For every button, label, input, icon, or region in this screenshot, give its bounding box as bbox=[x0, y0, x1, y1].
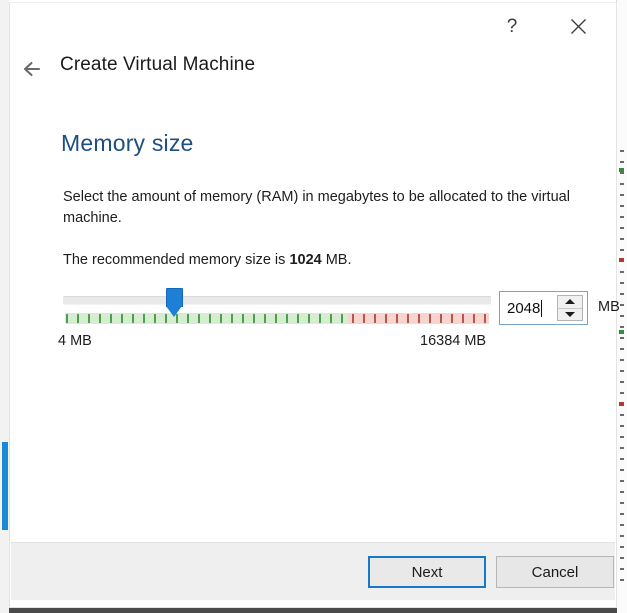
background-window-left-edge bbox=[0, 0, 9, 613]
slider-tick bbox=[319, 314, 321, 323]
slider-tick bbox=[297, 314, 299, 323]
slider-tick bbox=[330, 314, 332, 323]
slider-tick bbox=[154, 314, 156, 323]
background-tick-marker bbox=[619, 402, 624, 406]
memory-size-spinbox[interactable]: 2048 bbox=[499, 291, 588, 325]
page-title: Memory size bbox=[61, 130, 194, 156]
spinner-buttons bbox=[557, 295, 583, 321]
slider-handle-body bbox=[166, 288, 183, 307]
recommended-memory-text: The recommended memory size is 1024 MB. bbox=[63, 250, 588, 271]
slider-tick bbox=[341, 314, 343, 323]
slider-tick bbox=[209, 314, 211, 323]
dialog-header: Create Virtual Machine bbox=[10, 51, 616, 103]
memory-size-input[interactable]: 2048 bbox=[500, 292, 557, 324]
text-cursor bbox=[541, 299, 543, 317]
slider-tick bbox=[275, 314, 277, 323]
memory-slider[interactable] bbox=[63, 288, 491, 330]
recommended-prefix: The recommended memory size is bbox=[63, 252, 290, 268]
slider-max-label: 16384 MB bbox=[420, 333, 487, 349]
slider-min-label: 4 MB bbox=[58, 333, 92, 349]
dialog-caption-bar: ? bbox=[10, 3, 616, 51]
slider-tick bbox=[77, 314, 79, 323]
slider-tick bbox=[308, 314, 310, 323]
slider-tick bbox=[253, 314, 255, 323]
background-tick-marker bbox=[619, 330, 624, 334]
slider-handle-tip bbox=[166, 306, 182, 317]
background-selection-highlight bbox=[2, 442, 8, 530]
slider-tick bbox=[121, 314, 123, 323]
background-scrollbar-ticks bbox=[620, 150, 624, 590]
slider-tick bbox=[429, 314, 431, 323]
slider-tick bbox=[132, 314, 134, 323]
slider-tick bbox=[286, 314, 288, 323]
spinner-down-icon bbox=[565, 311, 575, 317]
create-virtual-machine-dialog: ? Create Virtual Machine Memory size Sel… bbox=[9, 2, 620, 608]
wizard-title: Create Virtual Machine bbox=[60, 54, 256, 75]
help-button[interactable]: ? bbox=[494, 9, 530, 43]
memory-size-control-row: 4 MB 16384 MB 2048 MB bbox=[10, 288, 620, 358]
slider-tick bbox=[110, 314, 112, 323]
next-button[interactable]: Next bbox=[368, 556, 486, 588]
background-tick-marker bbox=[619, 168, 624, 172]
slider-tick bbox=[407, 314, 409, 323]
page-description: Select the amount of memory (RAM) in meg… bbox=[63, 189, 570, 226]
slider-scale bbox=[65, 313, 489, 324]
slider-handle[interactable] bbox=[166, 288, 183, 318]
back-arrow-icon bbox=[22, 60, 44, 83]
dialog-footer: Next Cancel bbox=[11, 542, 615, 600]
slider-tick bbox=[451, 314, 453, 323]
slider-tick bbox=[363, 314, 365, 323]
slider-tick bbox=[440, 314, 442, 323]
recommended-value: 1024 bbox=[289, 252, 322, 268]
slider-groove[interactable] bbox=[63, 296, 491, 305]
back-button[interactable] bbox=[16, 55, 50, 87]
slider-tick bbox=[88, 314, 90, 323]
slider-tick bbox=[385, 314, 387, 323]
spinner-down-button[interactable] bbox=[558, 309, 582, 321]
slider-tick bbox=[187, 314, 189, 323]
slider-tick bbox=[484, 314, 486, 323]
close-icon bbox=[570, 18, 587, 35]
slider-tick bbox=[231, 314, 233, 323]
background-window-bottom-bar bbox=[9, 608, 617, 613]
memory-unit-label: MB bbox=[598, 299, 620, 315]
spinner-up-icon bbox=[565, 299, 575, 305]
slider-tick bbox=[198, 314, 200, 323]
close-button[interactable] bbox=[560, 9, 596, 43]
cancel-button[interactable]: Cancel bbox=[496, 556, 614, 588]
slider-tick bbox=[418, 314, 420, 323]
spinner-up-button[interactable] bbox=[558, 296, 582, 309]
help-icon: ? bbox=[506, 15, 518, 37]
slider-tick bbox=[220, 314, 222, 323]
screen: ? Create Virtual Machine Memory size Sel… bbox=[0, 0, 627, 613]
slider-tick bbox=[352, 314, 354, 323]
recommended-suffix: MB. bbox=[321, 252, 352, 268]
slider-tick bbox=[473, 314, 475, 323]
slider-tick bbox=[99, 314, 101, 323]
slider-tick bbox=[66, 314, 68, 323]
slider-tick bbox=[143, 314, 145, 323]
slider-tick bbox=[242, 314, 244, 323]
slider-tick bbox=[396, 314, 398, 323]
memory-size-input-value: 2048 bbox=[507, 299, 541, 317]
slider-tick bbox=[264, 314, 266, 323]
slider-tick bbox=[462, 314, 464, 323]
background-tick-marker bbox=[619, 258, 624, 262]
slider-tick bbox=[374, 314, 376, 323]
slider-tick-marks bbox=[65, 313, 489, 324]
